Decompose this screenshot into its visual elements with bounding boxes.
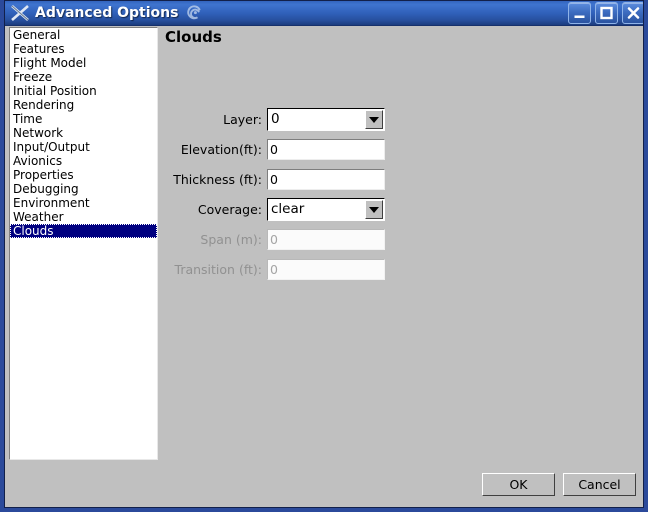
form-row-thickness: Thickness (ft): 0 <box>162 168 588 191</box>
cancel-button[interactable]: Cancel <box>563 473 636 496</box>
sidebar-item-network[interactable]: Network <box>10 126 157 140</box>
close-button[interactable] <box>622 1 644 24</box>
layer-value: 0 <box>271 111 280 127</box>
sidebar-item-flight-model[interactable]: Flight Model <box>10 56 157 70</box>
clouds-form: Layer: 0 Elevation(ft): 0 Thickness (ft): 0 Co… <box>162 108 588 288</box>
thickness-input[interactable]: 0 <box>267 169 385 190</box>
advanced-options-window: Advanced Options General Features Flight… <box>0 0 648 512</box>
sidebar-item-rendering[interactable]: Rendering <box>10 98 157 112</box>
form-row-layer: Layer: 0 <box>162 108 588 131</box>
elevation-input[interactable]: 0 <box>267 139 385 160</box>
thickness-label: Thickness (ft): <box>173 172 262 187</box>
sidebar-item-environment[interactable]: Environment <box>10 196 157 210</box>
sidebar-item-features[interactable]: Features <box>10 42 157 56</box>
span-input: 0 <box>267 229 385 250</box>
form-row-transition: Transition (ft): 0 <box>162 258 588 281</box>
page-title: Clouds <box>165 28 222 46</box>
transition-label: Transition (ft): <box>174 262 262 277</box>
category-listbox[interactable]: General Features Flight Model Freeze Initial… <box>9 27 158 460</box>
arrow-down-glyph <box>369 206 379 213</box>
maximize-button[interactable] <box>595 1 618 24</box>
layer-combobox[interactable]: 0 <box>267 108 385 131</box>
chevron-down-icon[interactable] <box>365 200 383 219</box>
sidebar-item-avionics[interactable]: Avionics <box>10 154 157 168</box>
flightgear-x-icon <box>9 2 31 24</box>
sidebar-item-clouds[interactable]: Clouds <box>10 224 157 238</box>
swirl-icon <box>185 4 203 22</box>
sidebar-item-initial-position[interactable]: Initial Position <box>10 84 157 98</box>
form-row-coverage: Coverage: clear <box>162 198 588 221</box>
form-row-span: Span (m): 0 <box>162 228 588 251</box>
sidebar-item-freeze[interactable]: Freeze <box>10 70 157 84</box>
sidebar-item-input-output[interactable]: Input/Output <box>10 140 157 154</box>
elevation-label: Elevation(ft): <box>180 142 262 157</box>
coverage-value: clear <box>271 201 305 217</box>
arrow-down-glyph <box>369 116 379 123</box>
sidebar-item-properties[interactable]: Properties <box>10 168 157 182</box>
sidebar-item-debugging[interactable]: Debugging <box>10 182 157 196</box>
coverage-combobox[interactable]: clear <box>267 198 385 221</box>
sidebar-item-general[interactable]: General <box>10 28 157 42</box>
form-row-elevation: Elevation(ft): 0 <box>162 138 588 161</box>
layer-label: Layer: <box>223 112 262 127</box>
span-label: Span (m): <box>200 232 262 247</box>
dialog-button-bar: OK Cancel <box>482 473 636 496</box>
minimize-button[interactable] <box>568 1 591 24</box>
sidebar-item-time[interactable]: Time <box>10 112 157 126</box>
window-controls <box>568 1 644 24</box>
transition-input: 0 <box>267 259 385 280</box>
window-title: Advanced Options <box>35 4 179 21</box>
sidebar-item-weather[interactable]: Weather <box>10 210 157 224</box>
ok-button[interactable]: OK <box>482 473 555 496</box>
title-bar[interactable]: Advanced Options <box>4 0 644 26</box>
coverage-label: Coverage: <box>197 202 262 217</box>
clouds-panel: Clouds Layer: 0 Elevation(ft): 0 Thickness (… <box>162 26 644 508</box>
chevron-down-icon[interactable] <box>365 110 383 129</box>
